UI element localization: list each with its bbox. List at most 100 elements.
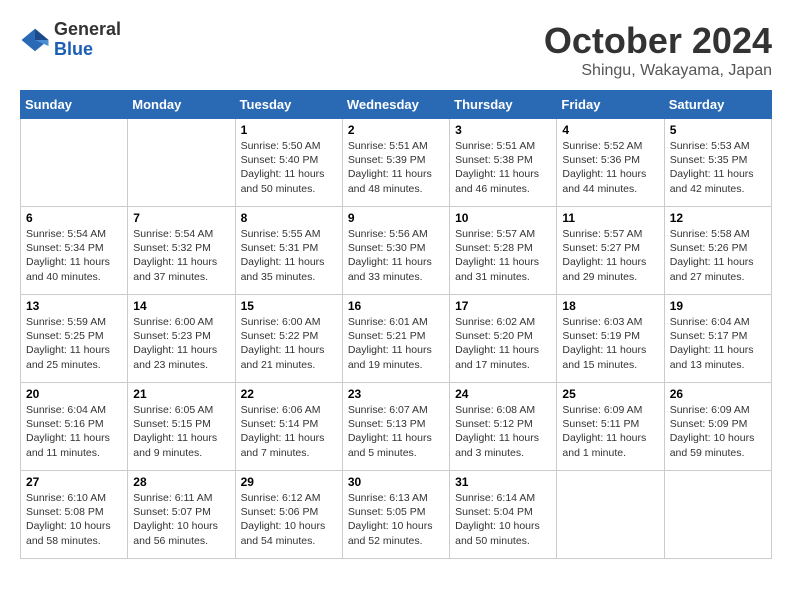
day-detail: Sunrise: 5:53 AM Sunset: 5:35 PM Dayligh… (670, 139, 766, 196)
day-detail: Sunrise: 6:10 AM Sunset: 5:08 PM Dayligh… (26, 491, 122, 548)
day-number: 21 (133, 387, 229, 401)
day-detail: Sunrise: 6:11 AM Sunset: 5:07 PM Dayligh… (133, 491, 229, 548)
day-number: 20 (26, 387, 122, 401)
weekday-header-row: Sunday Monday Tuesday Wednesday Thursday… (21, 91, 772, 119)
day-number: 30 (348, 475, 444, 489)
day-number: 12 (670, 211, 766, 225)
logo-general: General (54, 19, 121, 39)
day-number: 17 (455, 299, 551, 313)
header-friday: Friday (557, 91, 664, 119)
day-cell: 26Sunrise: 6:09 AM Sunset: 5:09 PM Dayli… (664, 383, 771, 471)
week-row-2: 6 Sunrise: 5:54 AM Sunset: 5:34 PM Daylig… (21, 207, 772, 295)
page-header: General Blue October 2024 Shingu, Wakaya… (20, 20, 772, 80)
day-number: 3 (455, 123, 551, 137)
day-detail: Sunrise: 6:14 AM Sunset: 5:04 PM Dayligh… (455, 491, 551, 548)
title-block: October 2024 Shingu, Wakayama, Japan (544, 20, 772, 80)
day-detail: Sunrise: 5:57 AM Sunset: 5:28 PM Dayligh… (455, 227, 551, 284)
day-number: 15 (241, 299, 337, 313)
logo: General Blue (20, 20, 121, 60)
day-cell: 14Sunrise: 6:00 AM Sunset: 5:23 PM Dayli… (128, 295, 235, 383)
day-number: 5 (670, 123, 766, 137)
day-detail: Sunrise: 5:57 AM Sunset: 5:27 PM Dayligh… (562, 227, 658, 284)
day-detail: Sunrise: 5:58 AM Sunset: 5:26 PM Dayligh… (670, 227, 766, 284)
day-number: 23 (348, 387, 444, 401)
location-subtitle: Shingu, Wakayama, Japan (544, 62, 772, 80)
day-detail: Sunrise: 6:00 AM Sunset: 5:23 PM Dayligh… (133, 315, 229, 372)
week-row-1: 1 Sunrise: 5:50 AM Sunset: 5:40 PM Daylig… (21, 119, 772, 207)
day-cell: 10Sunrise: 5:57 AM Sunset: 5:28 PM Dayli… (450, 207, 557, 295)
day-cell: 24Sunrise: 6:08 AM Sunset: 5:12 PM Dayli… (450, 383, 557, 471)
day-number: 19 (670, 299, 766, 313)
day-cell (557, 471, 664, 559)
day-detail: Sunrise: 5:52 AM Sunset: 5:36 PM Dayligh… (562, 139, 658, 196)
month-title: October 2024 (544, 20, 772, 62)
day-number: 29 (241, 475, 337, 489)
day-detail: Sunrise: 5:54 AM Sunset: 5:32 PM Dayligh… (133, 227, 229, 284)
day-detail: Sunrise: 6:09 AM Sunset: 5:11 PM Dayligh… (562, 403, 658, 460)
day-detail: Sunrise: 6:09 AM Sunset: 5:09 PM Dayligh… (670, 403, 766, 460)
day-number: 31 (455, 475, 551, 489)
day-cell: 29Sunrise: 6:12 AM Sunset: 5:06 PM Dayli… (235, 471, 342, 559)
day-number: 1 (241, 123, 337, 137)
day-number: 28 (133, 475, 229, 489)
day-detail: Sunrise: 6:04 AM Sunset: 5:16 PM Dayligh… (26, 403, 122, 460)
day-cell: 25 Sunrise: 6:09 AM Sunset: 5:11 PM Dayli… (557, 383, 664, 471)
day-number: 16 (348, 299, 444, 313)
calendar-table: Sunday Monday Tuesday Wednesday Thursday… (20, 90, 772, 559)
header-thursday: Thursday (450, 91, 557, 119)
day-detail: Sunrise: 5:59 AM Sunset: 5:25 PM Dayligh… (26, 315, 122, 372)
header-monday: Monday (128, 91, 235, 119)
day-cell: 13 Sunrise: 5:59 AM Sunset: 5:25 PM Dayli… (21, 295, 128, 383)
day-detail: Sunrise: 5:51 AM Sunset: 5:39 PM Dayligh… (348, 139, 444, 196)
day-cell: 3Sunrise: 5:51 AM Sunset: 5:38 PM Daylig… (450, 119, 557, 207)
day-cell: 7 Sunrise: 5:54 AM Sunset: 5:32 PM Daylig… (128, 207, 235, 295)
day-number: 25 (562, 387, 658, 401)
day-cell: 6 Sunrise: 5:54 AM Sunset: 5:34 PM Daylig… (21, 207, 128, 295)
logo-text: General Blue (54, 20, 121, 60)
day-detail: Sunrise: 6:13 AM Sunset: 5:05 PM Dayligh… (348, 491, 444, 548)
day-detail: Sunrise: 6:00 AM Sunset: 5:22 PM Dayligh… (241, 315, 337, 372)
day-number: 4 (562, 123, 658, 137)
day-cell: 31 Sunrise: 6:14 AM Sunset: 5:04 PM Dayli… (450, 471, 557, 559)
day-cell: 19Sunrise: 6:04 AM Sunset: 5:17 PM Dayli… (664, 295, 771, 383)
day-cell (128, 119, 235, 207)
day-cell: 23 Sunrise: 6:07 AM Sunset: 5:13 PM Dayli… (342, 383, 449, 471)
day-cell: 5 Sunrise: 5:53 AM Sunset: 5:35 PM Daylig… (664, 119, 771, 207)
day-number: 27 (26, 475, 122, 489)
day-cell: 17 Sunrise: 6:02 AM Sunset: 5:20 PM Dayli… (450, 295, 557, 383)
day-cell: 28 Sunrise: 6:11 AM Sunset: 5:07 PM Dayli… (128, 471, 235, 559)
day-number: 18 (562, 299, 658, 313)
header-saturday: Saturday (664, 91, 771, 119)
week-row-3: 13 Sunrise: 5:59 AM Sunset: 5:25 PM Dayli… (21, 295, 772, 383)
day-cell: 9Sunrise: 5:56 AM Sunset: 5:30 PM Daylig… (342, 207, 449, 295)
day-cell: 30 Sunrise: 6:13 AM Sunset: 5:05 PM Dayli… (342, 471, 449, 559)
day-detail: Sunrise: 6:08 AM Sunset: 5:12 PM Dayligh… (455, 403, 551, 460)
day-number: 22 (241, 387, 337, 401)
day-detail: Sunrise: 6:07 AM Sunset: 5:13 PM Dayligh… (348, 403, 444, 460)
logo-icon (20, 25, 50, 55)
day-cell: 20 Sunrise: 6:04 AM Sunset: 5:16 PM Dayli… (21, 383, 128, 471)
day-detail: Sunrise: 6:01 AM Sunset: 5:21 PM Dayligh… (348, 315, 444, 372)
day-number: 11 (562, 211, 658, 225)
day-cell: 1 Sunrise: 5:50 AM Sunset: 5:40 PM Daylig… (235, 119, 342, 207)
day-number: 7 (133, 211, 229, 225)
header-tuesday: Tuesday (235, 91, 342, 119)
day-detail: Sunrise: 6:05 AM Sunset: 5:15 PM Dayligh… (133, 403, 229, 460)
day-detail: Sunrise: 6:02 AM Sunset: 5:20 PM Dayligh… (455, 315, 551, 372)
header-sunday: Sunday (21, 91, 128, 119)
header-wednesday: Wednesday (342, 91, 449, 119)
day-detail: Sunrise: 5:56 AM Sunset: 5:30 PM Dayligh… (348, 227, 444, 284)
day-detail: Sunrise: 5:50 AM Sunset: 5:40 PM Dayligh… (241, 139, 337, 196)
day-detail: Sunrise: 5:54 AM Sunset: 5:34 PM Dayligh… (26, 227, 122, 284)
day-detail: Sunrise: 6:03 AM Sunset: 5:19 PM Dayligh… (562, 315, 658, 372)
day-cell: 21 Sunrise: 6:05 AM Sunset: 5:15 PM Dayli… (128, 383, 235, 471)
day-detail: Sunrise: 5:55 AM Sunset: 5:31 PM Dayligh… (241, 227, 337, 284)
week-row-4: 20 Sunrise: 6:04 AM Sunset: 5:16 PM Dayli… (21, 383, 772, 471)
day-cell: 15 Sunrise: 6:00 AM Sunset: 5:22 PM Dayli… (235, 295, 342, 383)
logo-blue: Blue (54, 39, 93, 59)
day-number: 6 (26, 211, 122, 225)
day-number: 13 (26, 299, 122, 313)
day-number: 2 (348, 123, 444, 137)
day-cell (21, 119, 128, 207)
day-cell: 2 Sunrise: 5:51 AM Sunset: 5:39 PM Daylig… (342, 119, 449, 207)
